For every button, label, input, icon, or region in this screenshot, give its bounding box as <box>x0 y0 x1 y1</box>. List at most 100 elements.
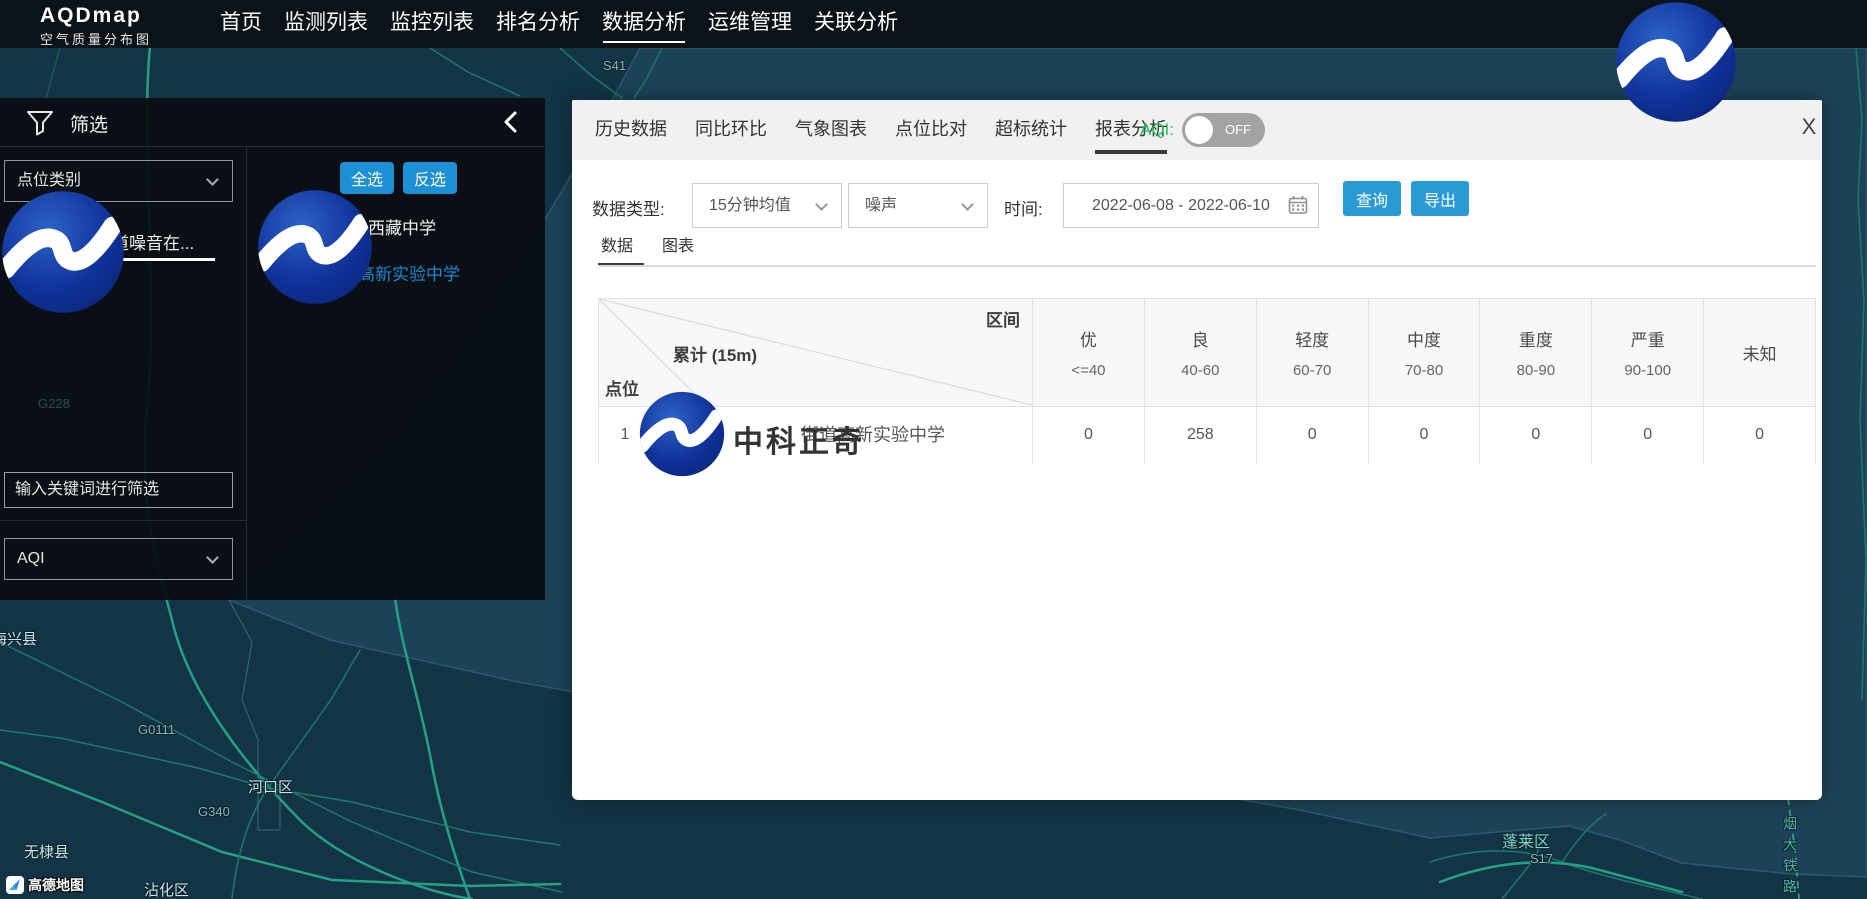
column-range: 60-70 <box>1293 362 1331 379</box>
metric-select-value: 噪声 <box>865 197 897 214</box>
sidebar-divider <box>0 520 246 521</box>
category-item-underline <box>118 258 215 261</box>
map-label-hekou: 河口区 <box>248 776 293 797</box>
column-name: 重度 <box>1519 326 1553 351</box>
nav-item-首页[interactable]: 首页 <box>220 0 262 48</box>
column-name: 优 <box>1080 326 1097 351</box>
nav-item-排名分析[interactable]: 排名分析 <box>496 0 580 48</box>
top-nav-bar: AQDmap 空气质量分布图 首页监测列表监控列表排名分析数据分析运维管理关联分… <box>0 0 1867 48</box>
column-header-优: 优 <=40 <box>1032 299 1144 406</box>
watermark-logo <box>1615 1 1737 123</box>
sidebar-header: 筛选 <box>0 98 545 147</box>
map-label-g228: G228 <box>38 396 70 411</box>
column-name: 严重 <box>1631 326 1665 351</box>
export-button[interactable]: 导出 <box>1411 181 1469 216</box>
filter-sidebar: 筛选 点位类别 道噪音在... AQI 全选 反选 西藏中学高新实验中学 <box>0 98 545 600</box>
aqi-metric-select[interactable]: AQI <box>4 538 233 580</box>
value-cell-严重: 0 <box>1591 407 1703 464</box>
chevron-down-icon <box>815 198 828 211</box>
column-name: 轻度 <box>1295 326 1329 351</box>
site-item-西藏中学[interactable]: 西藏中学 <box>368 214 436 239</box>
column-header-中度: 中度 70-80 <box>1368 299 1480 406</box>
value-cell-重度: 0 <box>1479 407 1591 464</box>
nav-item-运维管理[interactable]: 运维管理 <box>708 0 792 48</box>
subtab-图表[interactable]: 图表 <box>662 232 694 265</box>
metric-select[interactable]: 噪声 <box>848 183 988 228</box>
map-attribution[interactable]: 高德地图 <box>6 875 84 895</box>
amap-logo-icon <box>6 876 24 894</box>
chevron-down-icon <box>206 173 219 186</box>
site-item-高新实验中学[interactable]: 高新实验中学 <box>358 260 460 285</box>
watermark-logo <box>639 391 725 477</box>
sidebar-divider <box>246 147 247 600</box>
nav-item-关联分析[interactable]: 关联分析 <box>814 0 898 48</box>
panel-tabs: 历史数据同比环比气象图表点位比对超标统计报表分析 <box>595 100 1167 160</box>
date-range-value: 2022-06-08 - 2022-06-10 <box>1092 197 1270 214</box>
result-subtabs: 数据图表 <box>601 232 694 265</box>
app-title: AQDmap <box>40 4 152 28</box>
column-header-严重: 严重 90-100 <box>1591 299 1703 406</box>
toggle-state-label: OFF <box>1225 122 1251 137</box>
query-button[interactable]: 查询 <box>1343 181 1401 216</box>
map-label-g340: G340 <box>198 804 230 819</box>
tab-历史数据[interactable]: 历史数据 <box>595 100 667 160</box>
value-cell-轻度: 0 <box>1256 407 1368 464</box>
column-name: 未知 <box>1743 340 1777 365</box>
interval-select[interactable]: 15分钟均值 <box>692 183 842 228</box>
map-label-zhanhua: 沾化区 <box>144 879 189 899</box>
table-corner-cell: 区间 累计 (15m) 点位 <box>599 299 1032 406</box>
app-window: 海兴县 G0111 G228 S41 河口区 G340 无棣县沾化区 蓬莱区S17 烟大铁路 高… <box>0 0 1867 899</box>
column-range: 90-100 <box>1624 362 1671 379</box>
tab-点位比对[interactable]: 点位比对 <box>895 100 967 160</box>
time-label: 时间: <box>1004 195 1043 220</box>
table-header-row: 区间 累计 (15m) 点位 优<=40良40-60轻度60-70中度70-80… <box>599 299 1815 407</box>
close-panel-button[interactable]: X <box>1794 114 1824 140</box>
column-range: <=40 <box>1071 362 1105 379</box>
column-range: 70-80 <box>1405 362 1443 379</box>
chevron-down-icon <box>961 198 974 211</box>
nav-item-监控列表[interactable]: 监控列表 <box>390 0 474 48</box>
date-range-input[interactable]: 2022-06-08 - 2022-06-10 <box>1063 183 1319 228</box>
map-label-railway: 烟大铁路 <box>1780 816 1800 899</box>
watermark-logo <box>1 190 125 314</box>
tab-超标统计[interactable]: 超标统计 <box>995 100 1067 160</box>
nav-item-数据分析[interactable]: 数据分析 <box>602 0 686 48</box>
map-label-penglai: 蓬莱区 <box>1502 828 1550 852</box>
invert-selection-button[interactable]: 反选 <box>403 162 457 194</box>
column-range: 40-60 <box>1181 362 1219 379</box>
filter-icon <box>26 109 54 137</box>
collapse-sidebar-icon[interactable] <box>498 108 524 136</box>
value-cell-中度: 0 <box>1368 407 1480 464</box>
subtab-divider-line <box>598 265 1816 267</box>
map-label-s41: S41 <box>603 58 626 73</box>
query-filter-row: 数据类型: 15分钟均值 噪声 时间: 2022-06-08 - 2022-06… <box>572 160 1822 240</box>
column-header-轻度: 轻度 60-70 <box>1256 299 1368 406</box>
keyword-search-input[interactable] <box>4 472 233 508</box>
corner-label-cumulative: 累计 (15m) <box>673 341 757 366</box>
map-label-g0111: G0111 <box>138 722 175 737</box>
tab-气象图表[interactable]: 气象图表 <box>795 100 867 160</box>
column-name: 中度 <box>1407 326 1441 351</box>
value-cell-未知: 0 <box>1703 407 1815 464</box>
value-cell-良: 258 <box>1144 407 1256 464</box>
aqi-toggle-label: AQI: <box>1140 120 1174 140</box>
nav-menu: 首页监测列表监控列表排名分析数据分析运维管理关联分析 <box>220 0 898 48</box>
category-select-value: 点位类别 <box>17 172 81 189</box>
value-cell-优: 0 <box>1032 407 1144 464</box>
aqi-toggle-switch[interactable]: OFF <box>1182 113 1265 147</box>
subtab-数据[interactable]: 数据 <box>601 232 633 265</box>
app-logo: AQDmap 空气质量分布图 <box>40 4 152 48</box>
map-label-haixing: 海兴县 <box>0 628 37 649</box>
interval-select-value: 15分钟均值 <box>709 197 791 214</box>
map-label-s17: S17 <box>1530 851 1553 866</box>
data-type-label: 数据类型: <box>592 195 665 220</box>
diagonal-lines <box>599 299 1032 406</box>
sidebar-title: 筛选 <box>70 110 108 137</box>
watermark-logo <box>257 189 373 305</box>
nav-item-监测列表[interactable]: 监测列表 <box>284 0 368 48</box>
column-header-未知: 未知 <box>1703 299 1815 406</box>
map-label-wudi: 无棣县 <box>24 841 69 862</box>
column-range: 80-90 <box>1517 362 1555 379</box>
calendar-icon[interactable] <box>1288 195 1308 215</box>
tab-同比环比[interactable]: 同比环比 <box>695 100 767 160</box>
